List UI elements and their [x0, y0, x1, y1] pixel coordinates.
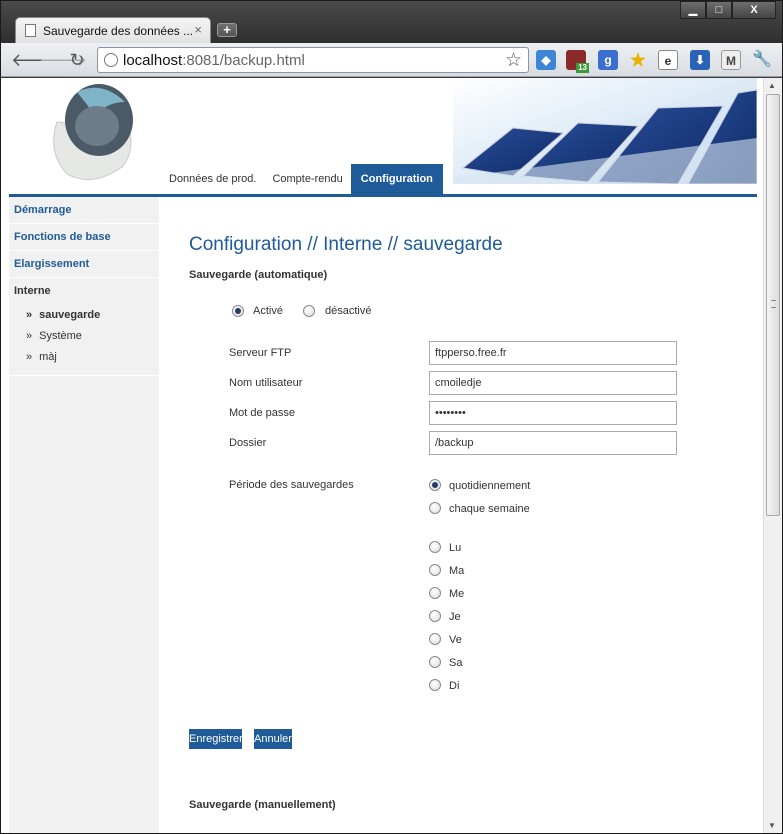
day-sat-label: Sa: [449, 657, 463, 669]
tab-report[interactable]: Compte-rendu: [264, 164, 350, 194]
url-path: :8081/backup.html: [182, 52, 305, 69]
vertical-scrollbar[interactable]: ▲ ▼: [763, 78, 782, 833]
main-content: Configuration // Interne // sauvegarde S…: [159, 197, 757, 833]
sidebar: Démarrage Fonctions de base Elargissemen…: [9, 197, 159, 833]
favorites-star-icon[interactable]: ★: [628, 50, 648, 70]
folder-input[interactable]: [429, 431, 677, 455]
browser-toolbar: 🡐 🡒 ↻ localhost:8081/backup.html ☆ ◆ 13 …: [1, 43, 782, 77]
maximize-button[interactable]: □: [706, 1, 732, 19]
tab-configuration[interactable]: Configuration: [350, 164, 443, 194]
password-label: Mot de passe: [229, 407, 296, 419]
browser-window: Sauvegarde des données ... × + ▁ □ X 🡐 🡒…: [0, 0, 783, 834]
forward-arrow-icon[interactable]: 🡒: [39, 50, 87, 70]
device-logo: [53, 84, 133, 181]
ftp-server-input[interactable]: [429, 341, 677, 365]
manual-backup-heading: Sauvegarde (manuellement): [189, 799, 336, 811]
cancel-button[interactable]: Annuler: [254, 729, 292, 749]
day-mon-label: Lu: [449, 542, 462, 554]
grip-icon: [771, 300, 776, 308]
new-tab-button[interactable]: +: [217, 23, 237, 37]
globe-icon: [104, 53, 118, 67]
radio-day-sun[interactable]: [429, 679, 441, 691]
sidebar-item-startup[interactable]: Démarrage: [9, 197, 159, 224]
document-icon: [25, 24, 36, 37]
day-wed-label: Me: [449, 588, 465, 600]
sidebar-item-extension[interactable]: Elargissement: [9, 251, 159, 278]
close-window-button[interactable]: X: [732, 1, 776, 19]
radio-daily-label: quotidiennement: [449, 480, 531, 492]
sidebar-divider: [9, 368, 159, 376]
scrollbar-thumb[interactable]: [766, 94, 780, 516]
sidebar-subitem-update[interactable]: » màj: [9, 347, 159, 368]
sidebar-subitem-system[interactable]: » Système: [9, 326, 159, 347]
browser-tab[interactable]: Sauvegarde des données ... ×: [15, 17, 211, 43]
sidebar-item-basic-functions[interactable]: Fonctions de base: [9, 224, 159, 251]
radio-day-wed[interactable]: [429, 587, 441, 599]
radio-day-sat[interactable]: [429, 656, 441, 668]
tab-close-button[interactable]: ×: [194, 22, 202, 37]
solar-panels-banner: [453, 78, 757, 184]
radio-day-thu[interactable]: [429, 610, 441, 622]
scroll-down-icon[interactable]: ▼: [768, 821, 776, 830]
window-controls: ▁ □ X: [680, 1, 776, 19]
badge-count: 13: [576, 63, 589, 73]
wrench-icon[interactable]: 🔧: [752, 50, 772, 70]
day-thu-label: Je: [449, 611, 461, 623]
page-viewport: Données de prod. Compte-rendu Configurat…: [1, 78, 763, 833]
page-header: Données de prod. Compte-rendu Configurat…: [9, 78, 757, 194]
day-sun-label: Di: [449, 680, 460, 692]
radio-enabled-label: Activé: [253, 305, 283, 317]
address-bar[interactable]: localhost:8081/backup.html ☆: [97, 47, 529, 73]
ftp-server-label: Serveur FTP: [229, 347, 292, 359]
day-tue-label: Ma: [449, 565, 465, 577]
radio-weekly[interactable]: [429, 502, 441, 514]
minimize-button[interactable]: ▁: [680, 1, 706, 19]
bullet-icon: »: [26, 351, 33, 363]
radio-daily[interactable]: [429, 479, 441, 491]
url-host: localhost: [123, 52, 183, 69]
page-icon[interactable]: e: [658, 50, 678, 70]
password-input[interactable]: [429, 401, 677, 425]
radio-disabled-label: désactivé: [325, 305, 372, 317]
radio-day-fri[interactable]: [429, 633, 441, 645]
day-fri-label: Ve: [449, 634, 462, 646]
bullet-icon: »: [26, 309, 33, 321]
gmail-counter-icon[interactable]: 13: [566, 50, 589, 73]
radio-day-tue[interactable]: [429, 564, 441, 576]
auto-backup-heading: Sauvegarde (automatique): [189, 269, 328, 281]
sidebar-subitem-label: màj: [39, 351, 57, 363]
save-button[interactable]: Enregistrer: [189, 729, 243, 749]
scroll-up-icon[interactable]: ▲: [768, 81, 776, 90]
google-icon[interactable]: g: [598, 50, 618, 70]
backup-period-label: Période des sauvegardes: [229, 479, 354, 491]
username-input[interactable]: [429, 371, 677, 395]
tab-production-data[interactable]: Données de prod.: [161, 164, 264, 194]
gmail-icon[interactable]: M: [721, 50, 741, 70]
sidebar-subitem-label: Système: [39, 330, 82, 342]
back-arrow-icon[interactable]: 🡐: [11, 50, 59, 70]
sidebar-section-internal[interactable]: Interne: [9, 278, 159, 305]
download-icon[interactable]: ⬇: [690, 50, 710, 70]
radio-disabled[interactable]: [303, 305, 315, 317]
dropbox-icon[interactable]: ◆: [536, 50, 556, 70]
sidebar-subitem-label: sauvegarde: [39, 309, 101, 321]
tab-title: Sauvegarde des données ...: [43, 24, 194, 38]
sidebar-subitem-backup[interactable]: » sauvegarde: [9, 305, 159, 326]
radio-enabled[interactable]: [232, 305, 244, 317]
radio-weekly-label: chaque semaine: [449, 503, 530, 515]
username-label: Nom utilisateur: [229, 377, 303, 389]
radio-day-mon[interactable]: [429, 541, 441, 553]
reload-icon[interactable]: ↻: [67, 50, 87, 70]
top-navigation: Données de prod. Compte-rendu Configurat…: [161, 164, 443, 194]
folder-label: Dossier: [229, 437, 267, 449]
bullet-icon: »: [26, 330, 33, 342]
title-bar: Sauvegarde des données ... × + ▁ □ X: [1, 1, 782, 43]
page-title: Configuration // Interne // sauvegarde: [189, 234, 503, 255]
url-text: localhost:8081/backup.html: [123, 52, 305, 69]
bookmark-star-icon[interactable]: ☆: [505, 49, 522, 72]
